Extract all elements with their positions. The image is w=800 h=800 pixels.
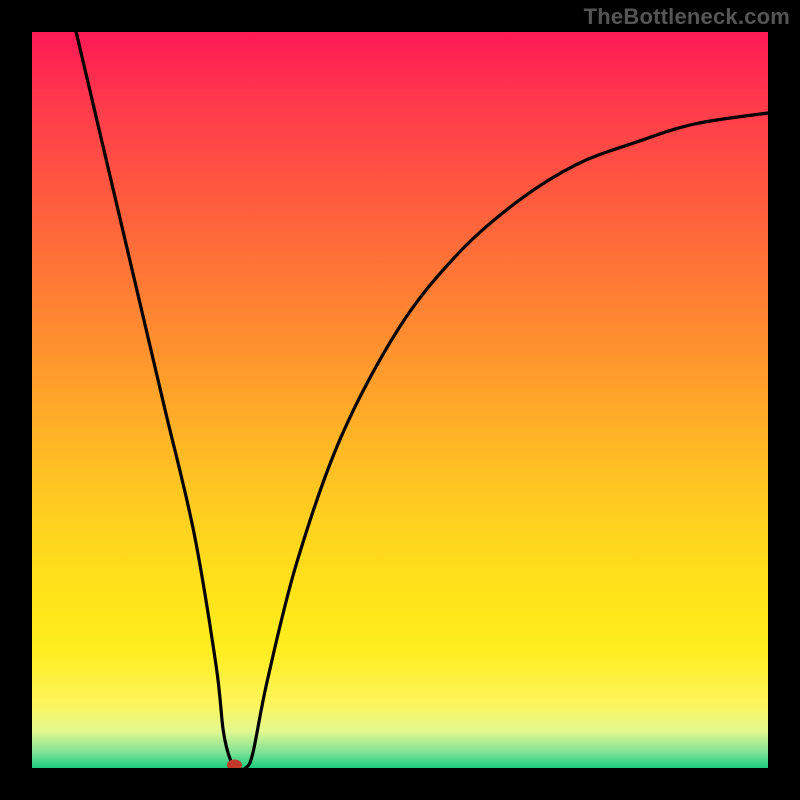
optimal-point-marker bbox=[227, 760, 241, 768]
bottleneck-curve bbox=[76, 32, 768, 768]
watermark-text: TheBottleneck.com bbox=[584, 4, 790, 30]
chart-frame: TheBottleneck.com bbox=[0, 0, 800, 800]
plot-area bbox=[32, 32, 768, 768]
chart-svg bbox=[32, 32, 768, 768]
